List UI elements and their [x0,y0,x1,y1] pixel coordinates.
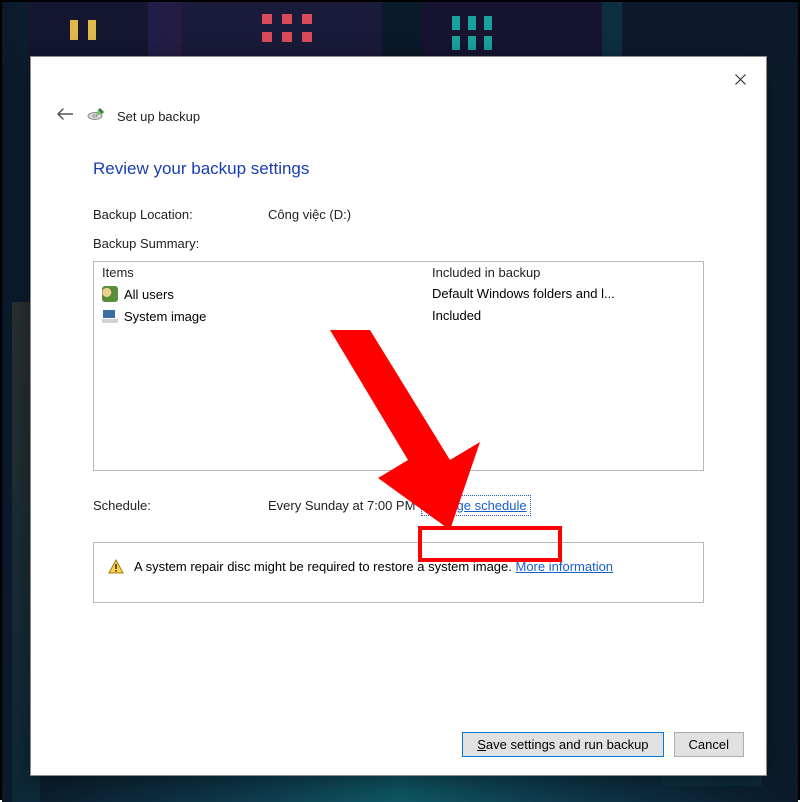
users-icon [102,286,118,302]
save-settings-button[interactable]: Save settings and run backup [462,732,663,757]
list-item[interactable]: All users Default Windows folders and l.… [94,283,703,305]
backup-summary-label: Backup Summary: [93,236,704,251]
page-title: Review your backup settings [93,159,704,179]
backup-summary-listview[interactable]: Items Included in backup All users Defau… [93,261,704,471]
wizard-header: Set up backup [117,109,200,124]
monitor-icon [102,308,118,324]
column-header-items[interactable]: Items [102,265,432,280]
list-item-label: System image [124,309,206,324]
column-header-included[interactable]: Included in backup [432,265,695,280]
arrow-left-icon [57,108,73,120]
warning-icon [108,559,124,578]
list-item[interactable]: System image Included [94,305,703,327]
cancel-button[interactable]: Cancel [674,732,744,757]
close-button[interactable] [726,65,754,93]
backup-wizard-dialog: Set up backup Review your backup setting… [30,56,767,776]
schedule-label: Schedule: [93,498,268,513]
list-item-included: Included [432,308,695,324]
system-repair-info: A system repair disc might be required t… [93,542,704,603]
backup-location-value: Công việc (D:) [268,207,704,222]
list-item-label: All users [124,287,174,302]
back-button[interactable] [53,105,77,127]
annotation-highlight [418,526,562,562]
change-schedule-link[interactable]: Change schedule [423,497,528,514]
list-item-included: Default Windows folders and l... [432,286,695,302]
close-icon [735,74,746,85]
schedule-value: Every Sunday at 7:00 PM [268,498,415,513]
backup-disc-icon [87,106,107,127]
backup-location-label: Backup Location: [93,207,268,222]
